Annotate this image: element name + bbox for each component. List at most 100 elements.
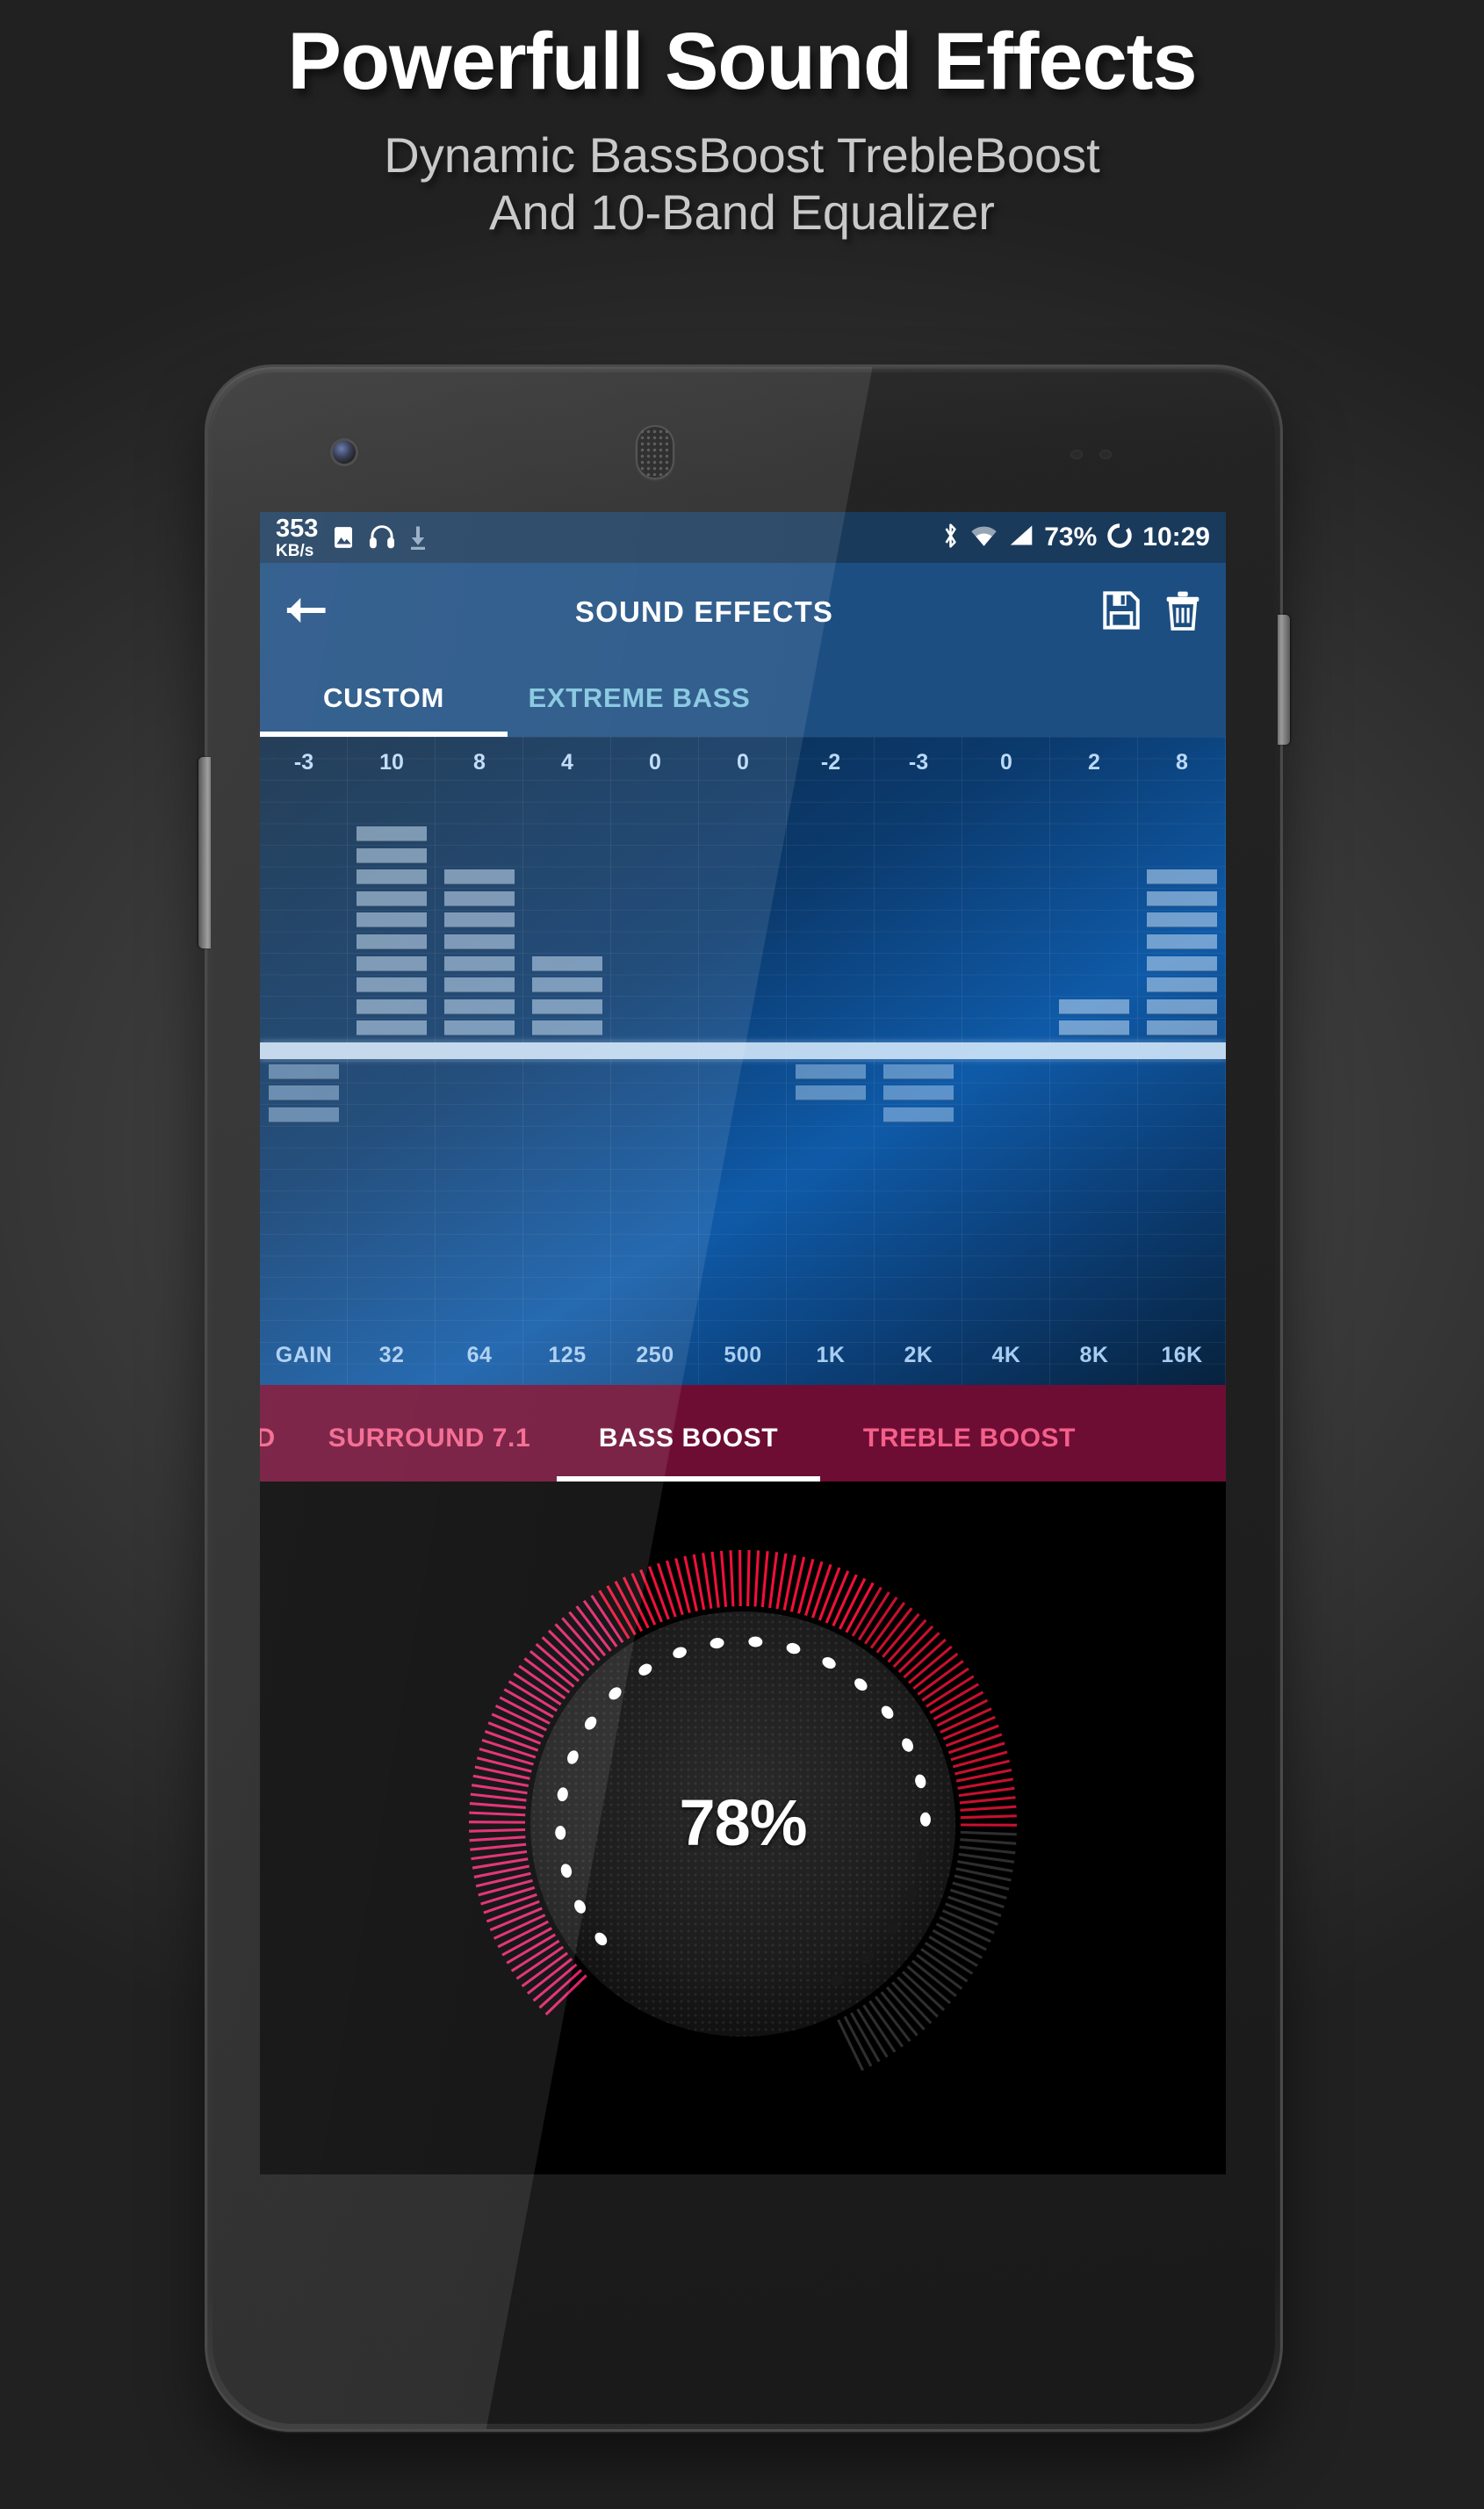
network-speed-value: 353	[276, 514, 319, 543]
knob-indicator-dot	[786, 1642, 801, 1654]
equalizer-label-2K: 2K	[904, 1342, 933, 1367]
knob-tick	[947, 1895, 1002, 1917]
tab-custom[interactable]: CUSTOM	[260, 682, 508, 737]
knob-indicator-dot	[881, 1705, 894, 1719]
knob-tick	[804, 1561, 824, 1616]
equalizer-segment	[444, 890, 515, 906]
equalizer-value-125: 4	[561, 749, 573, 775]
bass-boost-knob[interactable]: 78%	[462, 1543, 1024, 2105]
equalizer-segment	[357, 890, 427, 906]
knob-tick	[729, 1549, 735, 1606]
promo-subline-2: And 10-Band Equalizer	[489, 184, 995, 240]
equalizer-value-16K: 8	[1176, 749, 1188, 775]
equalizer-label-8K: 8K	[1079, 1342, 1109, 1367]
equalizer-segment	[796, 1063, 866, 1079]
equalizer-segment	[1059, 999, 1129, 1014]
preset-tab-bar: CUSTOM EXTREME BASS	[260, 661, 1226, 737]
knob-indicator-dot	[902, 1737, 913, 1752]
knob-indicator-dot	[861, 1950, 875, 1964]
save-icon[interactable]	[1103, 590, 1140, 634]
tab-surround-71[interactable]: SURROUND 7.1	[302, 1424, 557, 1482]
status-bar-right-cluster: 73% 10:29	[941, 522, 1210, 554]
volume-rocker-button[interactable]	[198, 757, 211, 948]
tab-3d[interactable]: 3D	[260, 1424, 302, 1482]
phone-screen: 353 KB/s 73% 10:29 SOUND EFFECTS CUSTOM …	[260, 512, 1226, 2174]
knob-indicator-dot	[854, 1677, 868, 1691]
knob-tick	[719, 1550, 728, 1607]
knob-tick	[947, 1732, 1003, 1754]
knob-indicator-dot	[748, 1635, 763, 1647]
knob-tick	[746, 1549, 751, 1606]
network-speed-unit: KB/s	[276, 541, 314, 560]
equalizer-label-500: 500	[724, 1342, 762, 1367]
back-arrow-icon[interactable]	[285, 595, 330, 631]
equalizer-segment	[1147, 912, 1217, 928]
equalizer-segment	[1147, 869, 1217, 885]
equalizer-segment	[444, 1020, 515, 1036]
knob-tick	[952, 1881, 1007, 1900]
knob-indicator-dot	[638, 1663, 652, 1676]
knob-tick	[950, 1741, 1005, 1761]
equalizer-segment	[1147, 955, 1217, 971]
knob-tick	[775, 1553, 788, 1609]
equalizer-segment	[1147, 934, 1217, 949]
equalizer-segment	[357, 912, 427, 928]
equalizer-label-GAIN: GAIN	[275, 1342, 333, 1367]
proximity-sensor-icon	[1070, 450, 1083, 459]
equalizer-segment	[357, 1020, 427, 1036]
equalizer-segment	[357, 955, 427, 971]
knob-tick	[768, 1551, 779, 1608]
equalizer-segment	[269, 1107, 339, 1122]
knob-tick	[702, 1552, 713, 1609]
equalizer-label-250: 250	[636, 1342, 674, 1367]
knob-indicator-dot	[594, 1932, 608, 1945]
equalizer-segment	[1059, 1020, 1129, 1036]
equalizer-segment	[357, 847, 427, 863]
equalizer-value-4K: 0	[1000, 749, 1012, 775]
equalizer-value-1K: -2	[820, 749, 841, 775]
knob-indicator-dot	[887, 1921, 899, 1935]
knob-tick	[738, 1549, 742, 1606]
equalizer-segment	[532, 999, 602, 1014]
equalizer-segment	[1147, 999, 1217, 1014]
tab-bass-boost[interactable]: BASS BOOST	[557, 1424, 820, 1482]
light-sensor-icon	[1099, 450, 1112, 459]
promo-headline: Powerfull Sound Effects	[287, 17, 1197, 106]
page-title: SOUND EFFECTS	[574, 595, 834, 628]
equalizer-label-4K: 4K	[991, 1342, 1021, 1367]
knob-tick	[480, 1885, 536, 1906]
equalizer-segment	[1147, 1020, 1217, 1036]
tab-extreme-bass[interactable]: EXTREME BASS	[508, 682, 771, 737]
equalizer-segment	[444, 955, 515, 971]
equalizer-segment	[532, 955, 602, 971]
knob-tick	[479, 1747, 534, 1766]
headphones-icon	[368, 524, 396, 551]
wifi-icon	[969, 523, 998, 552]
power-button[interactable]	[1278, 615, 1290, 745]
trash-icon[interactable]	[1164, 590, 1201, 635]
equalizer-segment	[444, 977, 515, 993]
equalizer-value-250: 0	[649, 749, 661, 775]
knob-indicator-dot	[560, 1863, 573, 1878]
equalizer-value-2K: -3	[908, 749, 929, 775]
equalizer-label-64: 64	[466, 1342, 493, 1367]
equalizer-segment	[796, 1085, 866, 1101]
equalizer-value-500: 0	[737, 749, 749, 775]
knob-indicator-dot	[710, 1637, 724, 1648]
network-speed-indicator: 353 KB/s	[276, 514, 319, 560]
knob-tick	[484, 1729, 539, 1752]
tab-treble-boost[interactable]: TREBLE BOOST	[820, 1424, 1119, 1482]
equalizer-segment	[357, 977, 427, 993]
knob-tick	[665, 1560, 684, 1615]
equalizer-segment	[532, 977, 602, 993]
knob-tick	[753, 1549, 760, 1606]
equalizer-segment	[444, 999, 515, 1014]
knob-tick	[472, 1857, 529, 1870]
knob-indicator-dot	[567, 1749, 579, 1764]
equalizer-zero-line	[260, 1042, 1226, 1059]
effect-tab-bar: 3D SURROUND 7.1 BASS BOOST TREBLE BOOST	[260, 1385, 1226, 1482]
equalizer-segment	[1147, 977, 1217, 993]
equalizer-chart[interactable]: -3 10 8 4 0 0 -2 -3 0 2 8 GAIN 32 64 125 250 500 1K 2K 4K 8…	[260, 737, 1226, 1385]
equalizer-segment	[444, 869, 515, 885]
knob-indicator-dot	[673, 1647, 687, 1658]
